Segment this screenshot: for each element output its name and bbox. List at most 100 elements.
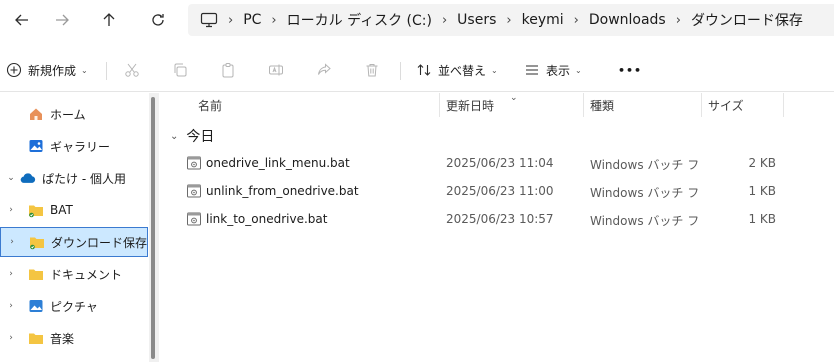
more-options-icon: ••• xyxy=(618,63,643,77)
chevron-right-icon: › xyxy=(506,12,512,28)
sidebar-item-pictures[interactable]: › ピクチャ xyxy=(0,291,148,321)
forward-button[interactable] xyxy=(50,8,74,32)
cut-button[interactable] xyxy=(124,58,140,82)
new-button[interactable]: 新規作成 ⌄ xyxy=(6,58,88,82)
file-name: unlink_from_onedrive.bat xyxy=(206,184,359,198)
file-row[interactable]: unlink_from_onedrive.bat 2025/06/23 11:0… xyxy=(160,177,834,205)
sidebar-item-home[interactable]: ホーム xyxy=(0,99,148,129)
column-divider[interactable] xyxy=(439,93,440,117)
chevron-right-icon: › xyxy=(675,12,681,28)
sidebar-item-label: ダウンロード保存 xyxy=(51,235,148,250)
refresh-button[interactable] xyxy=(146,8,170,32)
sidebar-item-bat[interactable]: › BAT xyxy=(0,195,148,225)
folder-icon xyxy=(29,234,45,250)
group-header-today[interactable]: ⌄ 今日 xyxy=(170,126,214,146)
batch-file-icon xyxy=(186,155,202,171)
pictures-icon xyxy=(28,298,44,314)
group-label: 今日 xyxy=(186,129,215,145)
divider xyxy=(400,62,401,80)
file-date: 2025/06/23 11:00 xyxy=(446,184,554,198)
sidebar-scrollbar-thumb[interactable] xyxy=(151,97,155,359)
file-name: onedrive_link_menu.bat xyxy=(206,156,350,170)
breadcrumb-current-folder[interactable]: ダウンロード保存 xyxy=(691,10,803,30)
breadcrumb-downloads[interactable]: Downloads xyxy=(589,12,666,28)
file-size: 1 KB xyxy=(748,212,776,226)
sort-button[interactable]: 並べ替え ⌄ xyxy=(416,58,498,82)
gallery-icon xyxy=(28,138,44,154)
arrow-right-icon xyxy=(56,14,69,26)
clipboard-icon xyxy=(222,63,234,78)
column-header-date[interactable]: 更新日時 xyxy=(446,97,494,114)
chevron-right-icon: › xyxy=(228,12,234,28)
chevron-right-icon[interactable]: › xyxy=(6,301,16,311)
breadcrumb-keymi[interactable]: keymi xyxy=(522,12,564,28)
chevron-right-icon[interactable]: › xyxy=(6,205,16,215)
sidebar-item-label: 音楽 xyxy=(50,331,75,346)
view-label: 表示 xyxy=(546,63,571,78)
share-button[interactable] xyxy=(316,58,332,82)
new-label: 新規作成 xyxy=(28,63,77,78)
sidebar-item-download-save[interactable]: › ダウンロード保存 xyxy=(0,227,148,257)
file-name: link_to_onedrive.bat xyxy=(206,212,328,226)
sort-arrows-icon xyxy=(417,64,431,76)
chevron-right-icon[interactable]: › xyxy=(6,333,16,343)
trash-icon xyxy=(366,64,378,77)
column-header-type[interactable]: 種類 xyxy=(590,97,614,114)
file-size: 1 KB xyxy=(748,184,776,198)
sidebar-item-label: ぱたけ - 個人用 xyxy=(42,171,126,186)
chevron-right-icon: › xyxy=(441,12,448,28)
column-headers: 名前 ⌄ 更新日時 種類 サイズ xyxy=(160,93,834,117)
sort-descending-icon: ⌄ xyxy=(510,93,518,103)
breadcrumb-pc[interactable]: PC xyxy=(243,12,261,28)
column-divider[interactable] xyxy=(783,93,784,117)
breadcrumb-users[interactable]: Users xyxy=(457,12,496,28)
copy-button[interactable] xyxy=(172,58,188,82)
sidebar-item-label: ピクチャ xyxy=(50,299,98,314)
breadcrumb-local-disk[interactable]: ローカル ディスク (C:) xyxy=(287,10,432,30)
address-bar[interactable]: › PC › ローカル ディスク (C:) › Users › keymi › … xyxy=(188,4,834,36)
up-button[interactable] xyxy=(97,8,121,32)
arrow-up-icon xyxy=(103,13,115,26)
sidebar-item-documents[interactable]: › ドキュメント xyxy=(0,259,148,289)
column-header-size[interactable]: サイズ xyxy=(708,97,744,114)
batch-file-icon xyxy=(186,211,202,227)
share-icon xyxy=(318,63,331,75)
file-row[interactable]: onedrive_link_menu.bat 2025/06/23 11:04 … xyxy=(160,149,834,177)
sort-label: 並べ替え xyxy=(438,63,487,78)
column-divider[interactable] xyxy=(583,93,584,117)
chevron-down-icon: ⌄ xyxy=(81,65,88,75)
file-date: 2025/06/23 10:57 xyxy=(446,212,554,226)
file-row[interactable]: link_to_onedrive.bat 2025/06/23 10:57 Wi… xyxy=(160,205,834,233)
delete-button[interactable] xyxy=(364,58,380,82)
sidebar-item-label: ホーム xyxy=(50,107,86,122)
arrow-left-icon xyxy=(15,14,28,26)
navigation-bar: › PC › ローカル ディスク (C:) › Users › keymi › … xyxy=(0,0,834,40)
home-icon xyxy=(28,106,44,122)
file-date: 2025/06/23 11:04 xyxy=(446,156,554,170)
onedrive-cloud-icon xyxy=(20,170,36,186)
command-bar: 新規作成 ⌄ 並べ替え ⌄ 表示 ⌄ ••• xyxy=(0,48,834,92)
file-size: 2 KB xyxy=(748,156,776,170)
rename-button[interactable] xyxy=(268,58,284,82)
column-divider[interactable] xyxy=(701,93,702,117)
back-button[interactable] xyxy=(10,8,34,32)
chevron-down-icon[interactable]: ⌄ xyxy=(6,173,16,183)
sidebar-item-label: ギャラリー xyxy=(50,139,111,154)
view-button[interactable]: 表示 ⌄ xyxy=(524,58,582,82)
folder-icon xyxy=(28,202,44,218)
chevron-right-icon[interactable]: › xyxy=(6,269,16,279)
paste-button[interactable] xyxy=(220,58,236,82)
sidebar-item-gallery[interactable]: ギャラリー xyxy=(0,131,148,161)
chevron-down-icon: ⌄ xyxy=(491,65,498,75)
column-header-name[interactable]: 名前 xyxy=(198,97,222,114)
scissors-icon xyxy=(125,63,139,77)
file-type: Windows バッチ ファイル xyxy=(590,214,698,228)
sidebar-item-music[interactable]: › 音楽 xyxy=(0,323,148,353)
more-options-button[interactable]: ••• xyxy=(618,58,642,82)
folder-icon xyxy=(28,330,44,346)
add-circle-icon xyxy=(6,62,22,78)
chevron-right-icon[interactable]: › xyxy=(7,237,17,247)
sidebar-item-onedrive[interactable]: ⌄ ぱたけ - 個人用 xyxy=(0,163,148,193)
chevron-right-icon: › xyxy=(573,12,579,28)
list-view-icon xyxy=(526,65,538,75)
